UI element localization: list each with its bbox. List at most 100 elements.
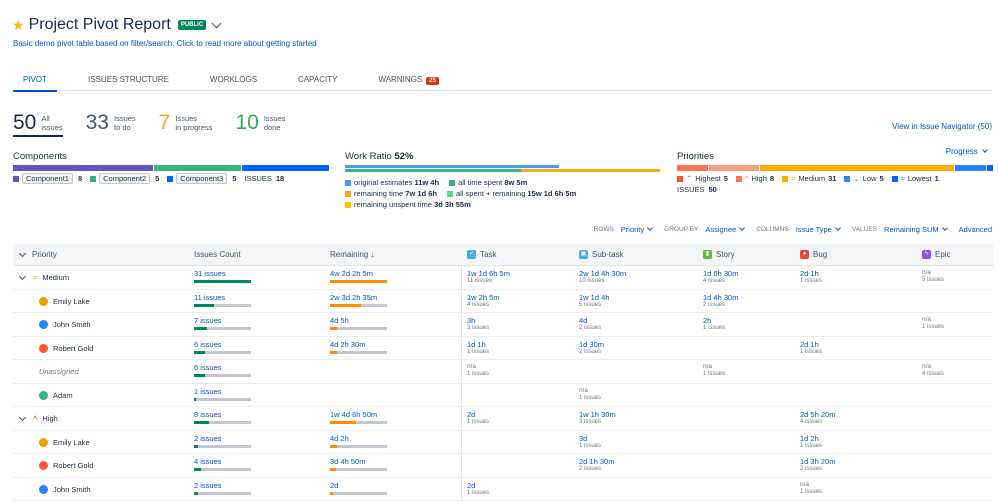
remaining-link[interactable]: 4d 2h 30m bbox=[330, 340, 387, 349]
epic-cell[interactable]: n/a 4 issues bbox=[922, 363, 944, 378]
tab-issues-structure[interactable]: ISSUES STRUCTURE bbox=[78, 71, 179, 91]
bug-value[interactable]: 2d 1h bbox=[800, 340, 822, 349]
header-bug[interactable]: ● Bug bbox=[800, 244, 827, 265]
tab-capacity[interactable]: CAPACITY bbox=[288, 71, 347, 91]
issues-count-cell[interactable]: 4 issues bbox=[194, 457, 251, 471]
bug-cell[interactable]: n/a 1 issues bbox=[800, 481, 822, 496]
subtask-cell[interactable]: n/a 1 issues bbox=[579, 387, 601, 402]
table-row[interactable]: John Smith 2 issues 2d 2d 1 issues n/a 1 issue… bbox=[13, 477, 993, 501]
issues-count-link[interactable]: 4 issues bbox=[194, 457, 251, 466]
bug-cell[interactable]: 2d 1h 1 issues bbox=[800, 269, 822, 285]
report-description-link[interactable]: Basic demo pivot table based on filter/s… bbox=[13, 39, 317, 48]
subtask-cell[interactable]: 3d 1 issues bbox=[579, 434, 601, 450]
task-value[interactable]: 2d bbox=[467, 481, 489, 490]
task-cell[interactable]: n/a 1 issues bbox=[467, 363, 489, 378]
subtask-cell[interactable]: 1d 30m 2 issues bbox=[579, 340, 604, 356]
task-cell[interactable]: 2d 1 issues bbox=[467, 481, 489, 497]
issues-count-cell[interactable]: 2 issues bbox=[194, 481, 251, 495]
story-cell[interactable]: 1d 6h 30m 4 issues bbox=[703, 269, 738, 285]
chevron-down-icon[interactable] bbox=[211, 18, 222, 28]
story-value[interactable]: 1d 4h 30m bbox=[703, 293, 738, 302]
subtask-value[interactable]: 2d 1h 30m bbox=[579, 457, 614, 466]
table-row[interactable]: Robert Gold 4 issues 3d 4h 50m 2d 1h 30m 2 i… bbox=[13, 454, 993, 478]
table-row[interactable]: John Smith 7 issues 4d 5h 3h 3 issues 4d 2 iss… bbox=[13, 313, 993, 337]
tab-warnings[interactable]: WARNINGS 25 bbox=[368, 71, 448, 91]
header-issues-count[interactable]: Issues Count bbox=[194, 244, 241, 265]
task-value[interactable]: 3h bbox=[467, 316, 489, 325]
task-cell[interactable]: 1d 1h 1 issues bbox=[467, 340, 489, 356]
remaining-cell[interactable]: 4d 2h 30m bbox=[330, 340, 387, 354]
columns-dropdown[interactable]: Issue Type bbox=[796, 225, 841, 234]
story-cell[interactable]: 1d 4h 30m 2 issues bbox=[703, 293, 738, 309]
subtask-value[interactable]: 1w 1h 30m bbox=[579, 410, 616, 419]
task-cell[interactable]: 1w 1d 6h 5m 11 issues bbox=[467, 269, 510, 285]
remaining-link[interactable]: 2w 3d 2h 35m bbox=[330, 293, 387, 302]
header-priority[interactable]: Priority bbox=[18, 244, 57, 265]
subtask-cell[interactable]: 2d 1h 30m 2 issues bbox=[579, 457, 614, 473]
issues-count-link[interactable]: 6 issues bbox=[194, 340, 251, 349]
task-value[interactable]: 2d bbox=[467, 410, 489, 419]
subtask-cell[interactable]: 1w 1h 30m 3 issues bbox=[579, 410, 616, 426]
rows-dropdown[interactable]: Priority bbox=[621, 225, 653, 234]
bug-value[interactable]: 2d 1h bbox=[800, 269, 822, 278]
remaining-cell[interactable]: 4d 5h bbox=[330, 316, 387, 330]
remaining-cell[interactable]: 4w 2d 2h 5m bbox=[330, 269, 387, 283]
tab-worklogs[interactable]: WORKLOGS bbox=[200, 71, 267, 91]
task-value[interactable]: 1d 1h bbox=[467, 340, 489, 349]
stat-all-issues[interactable]: 50 All issues bbox=[13, 112, 63, 137]
subtask-cell[interactable]: 2w 1d 4h 30m 10 issues bbox=[579, 269, 626, 285]
remaining-link[interactable]: 4d 5h bbox=[330, 316, 387, 325]
table-row[interactable]: Unassigned 6 issues n/a 1 issues n/a 1 issues… bbox=[13, 360, 993, 384]
header-epic[interactable]: ϟ Epic bbox=[922, 244, 951, 265]
values-dropdown[interactable]: Remaining SUM bbox=[884, 225, 948, 234]
issues-count-cell[interactable]: 2 issues bbox=[194, 434, 251, 448]
bug-value[interactable]: 2d 5h 20m bbox=[800, 410, 835, 419]
component-item[interactable]: Component2 5 bbox=[90, 173, 159, 184]
table-row[interactable]: = Medium 31 issues 4w 2d 2h 5m 1w 1d 6h 5m 11… bbox=[13, 266, 993, 290]
advanced-button[interactable]: Advanced bbox=[959, 225, 992, 234]
subtask-value[interactable]: 4d bbox=[579, 316, 601, 325]
task-value[interactable]: 1w 1d 6h 5m bbox=[467, 269, 510, 278]
issues-count-link[interactable]: 6 issues bbox=[194, 363, 251, 372]
issues-count-cell[interactable]: 11 issues bbox=[194, 293, 251, 307]
remaining-link[interactable]: 2d bbox=[330, 481, 387, 490]
story-cell[interactable]: 2h 1 issues bbox=[703, 316, 725, 332]
issues-count-cell[interactable]: 6 issues bbox=[194, 363, 251, 377]
issues-count-link[interactable]: 8 issues bbox=[194, 410, 251, 419]
table-row[interactable]: Emily Lake 11 issues 2w 3d 2h 35m 1w 2h 5m 4… bbox=[13, 289, 993, 313]
tab-pivot[interactable]: PIVOT bbox=[13, 71, 58, 92]
remaining-link[interactable]: 3d 4h 50m bbox=[330, 457, 387, 466]
bug-cell[interactable]: 1d 3h 20m 2 issues bbox=[800, 457, 835, 473]
priority-item-low[interactable]: ⌄ Low 5 bbox=[844, 173, 884, 184]
stat-in-progress[interactable]: 7 Issues in progress bbox=[159, 112, 213, 134]
remaining-link[interactable]: 1w 4d 6h 50m bbox=[330, 410, 387, 419]
remaining-cell[interactable]: 2d bbox=[330, 481, 387, 495]
remaining-cell[interactable]: 1w 4d 6h 50m bbox=[330, 410, 387, 424]
remaining-cell[interactable]: 2w 3d 2h 35m bbox=[330, 293, 387, 307]
bug-value[interactable]: 1d 2h bbox=[800, 434, 822, 443]
issues-count-link[interactable]: 31 issues bbox=[194, 269, 251, 278]
issues-count-link[interactable]: 2 issues bbox=[194, 481, 251, 490]
issues-count-cell[interactable]: 31 issues bbox=[194, 269, 251, 283]
table-row[interactable]: Emily Lake 2 issues 4d 2h 3d 1 issues 1d 2h 1 … bbox=[13, 430, 993, 454]
issues-count-cell[interactable]: 6 issues bbox=[194, 340, 251, 354]
story-value[interactable]: 1d 6h 30m bbox=[703, 269, 738, 278]
header-task[interactable]: ✓ Task bbox=[467, 244, 496, 265]
issues-count-link[interactable]: 2 issues bbox=[194, 434, 251, 443]
issues-count-cell[interactable]: 8 issues bbox=[194, 410, 251, 424]
epic-cell[interactable]: n/a 1 issues bbox=[922, 316, 944, 331]
stat-to-do[interactable]: 33 Issues to do bbox=[86, 112, 136, 134]
bug-cell[interactable]: 1d 2h 1 issues bbox=[800, 434, 822, 450]
chevron-down-icon[interactable] bbox=[18, 413, 27, 421]
chevron-down-icon[interactable] bbox=[18, 272, 27, 280]
priority-item-lowest[interactable]: ≈ Lowest 1 bbox=[891, 173, 939, 184]
group-by-dropdown[interactable]: Assignee bbox=[705, 225, 746, 234]
remaining-cell[interactable]: 3d 4h 50m bbox=[330, 457, 387, 471]
star-icon[interactable]: ★ bbox=[12, 18, 25, 32]
remaining-link[interactable]: 4w 2d 2h 5m bbox=[330, 269, 387, 278]
subtask-cell[interactable]: 4d 2 issues bbox=[579, 316, 601, 332]
priority-item-medium[interactable]: = Medium 31 bbox=[782, 173, 836, 184]
table-row[interactable]: Adam 1 issues n/a 1 issues bbox=[13, 383, 993, 407]
subtask-value[interactable]: 1d 30m bbox=[579, 340, 604, 349]
issues-count-link[interactable]: 7 issues bbox=[194, 316, 251, 325]
